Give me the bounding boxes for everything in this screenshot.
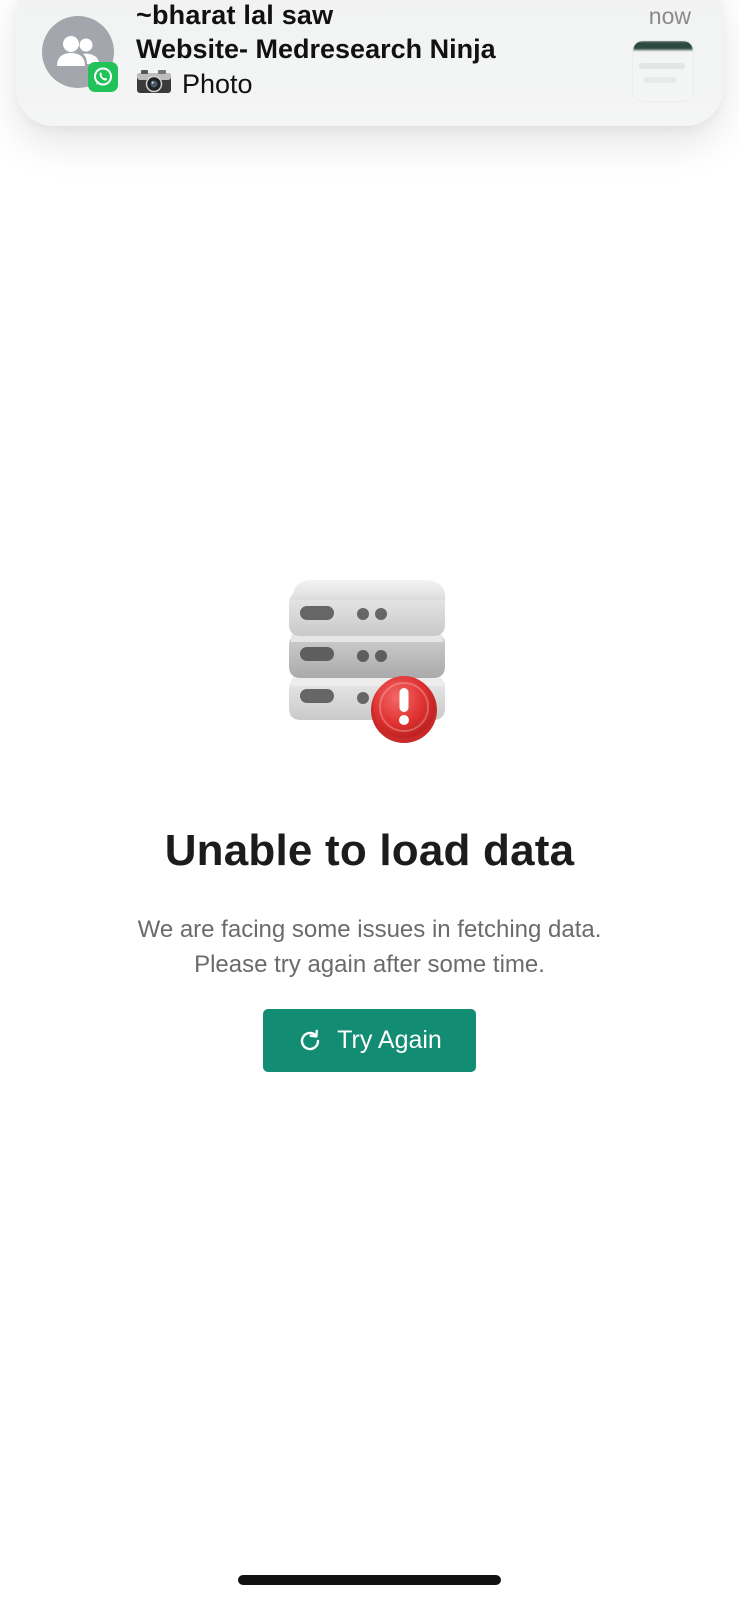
home-indicator[interactable] xyxy=(238,1575,501,1585)
camera-icon xyxy=(136,68,172,101)
error-message-line: Please try again after some time. xyxy=(194,951,545,978)
notification-time: now xyxy=(648,3,691,29)
server-error-icon xyxy=(285,578,455,753)
whatsapp-icon xyxy=(88,62,118,92)
notification-body: Photo xyxy=(136,68,253,101)
error-message: We are facing some issues in fetching da… xyxy=(0,912,739,982)
notification-body-text: Photo xyxy=(182,69,253,99)
try-again-label: Try Again xyxy=(337,1026,442,1054)
notification-banner[interactable]: ~bharat lal saw Website- Medresearch Nin… xyxy=(16,0,723,126)
try-again-button[interactable]: Try Again xyxy=(263,1009,476,1072)
notification-title: Website- Medresearch Ninja xyxy=(136,34,496,64)
error-title: Unable to load data xyxy=(164,826,575,875)
error-message-line: We are facing some issues in fetching da… xyxy=(137,916,602,943)
notification-sender: ~bharat lal saw xyxy=(136,0,334,30)
refresh-icon xyxy=(300,1029,320,1050)
attachment-thumbnail xyxy=(633,41,693,101)
